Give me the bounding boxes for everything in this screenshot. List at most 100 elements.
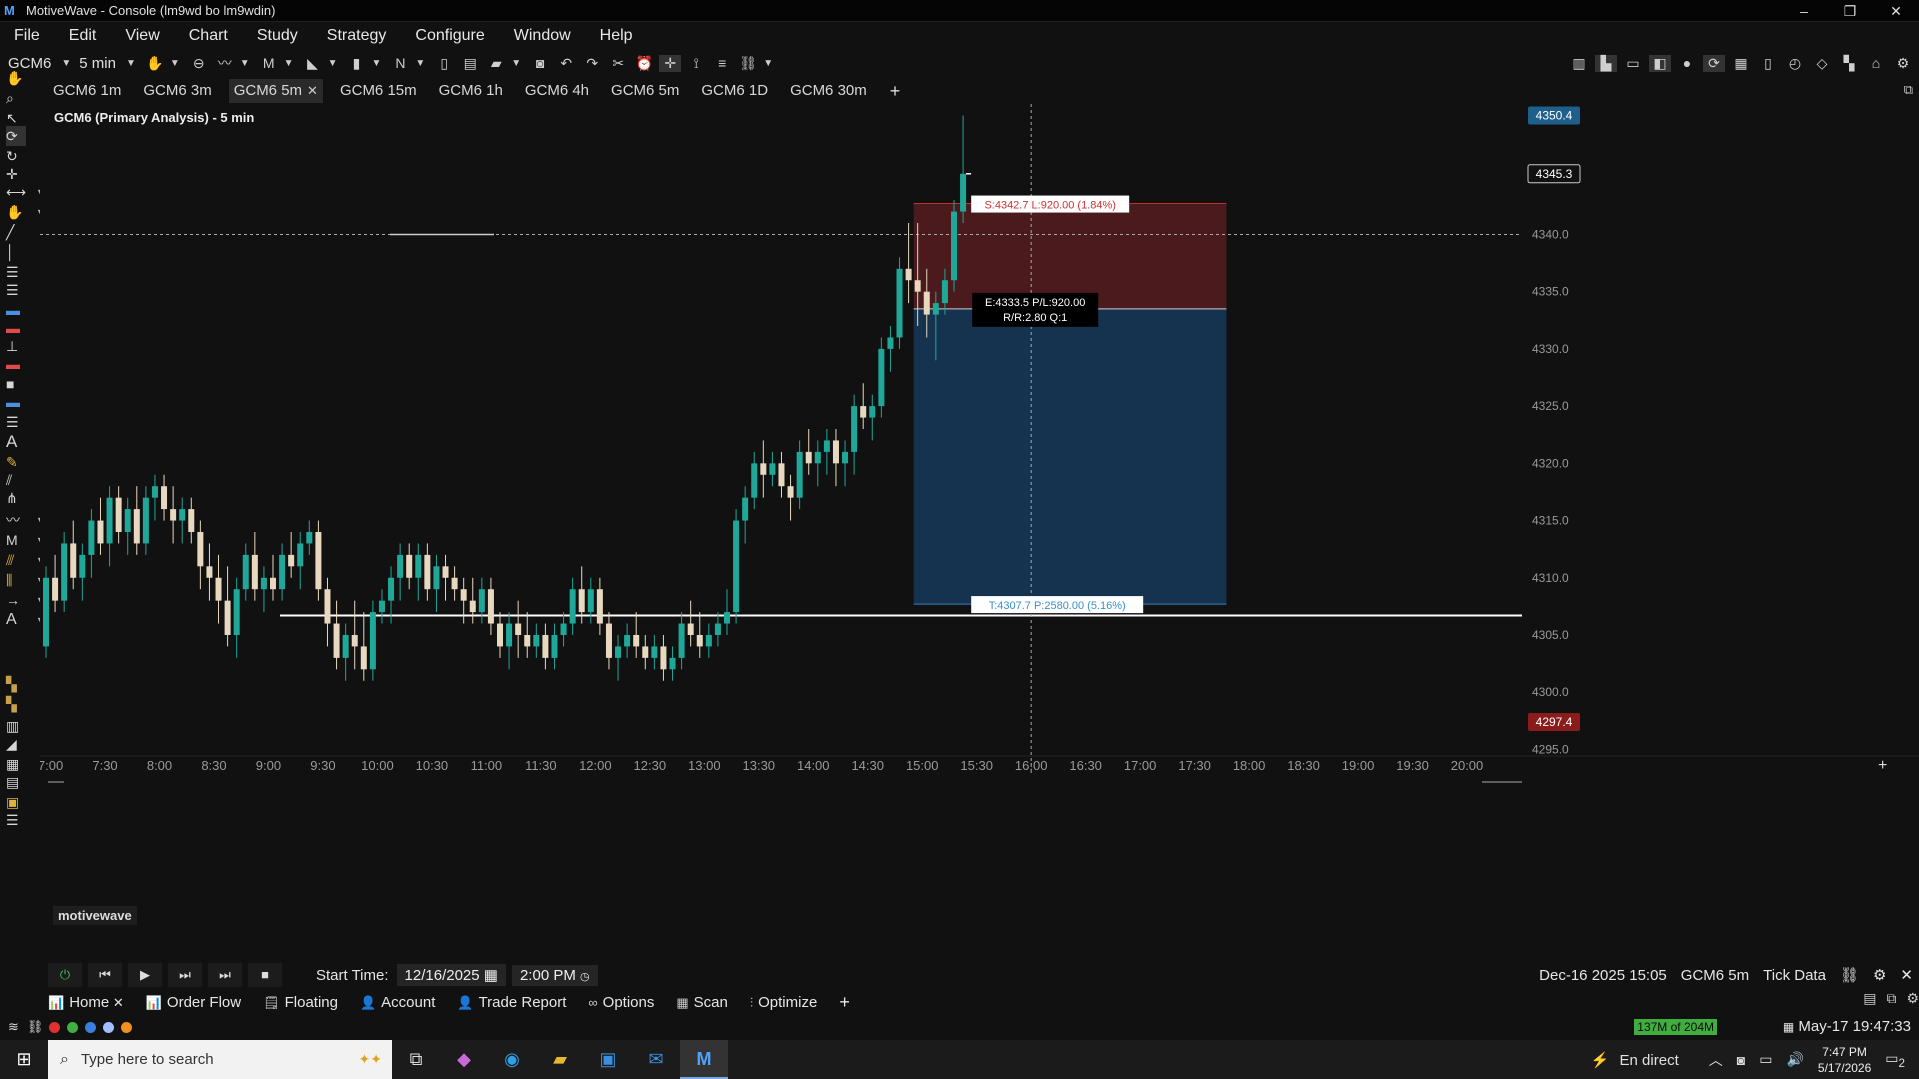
link-icon[interactable]: ⛓ [737, 55, 759, 72]
tools-icon[interactable]: ✂ [607, 55, 629, 72]
list-icon[interactable]: ≡ [711, 55, 733, 71]
ruler-tool-icon[interactable]: ✎ [6, 452, 32, 472]
candle[interactable] [378, 600, 385, 613]
close-tab-icon[interactable]: ✕ [307, 83, 318, 98]
candle[interactable] [533, 634, 540, 647]
volume-icon[interactable]: ▙ [1595, 54, 1617, 72]
candle[interactable] [787, 486, 794, 498]
candle[interactable] [796, 451, 803, 498]
channel-tool-icon[interactable]: ⫽ [6, 470, 32, 490]
candle[interactable] [170, 509, 177, 521]
dom-icon[interactable]: ▥ [1568, 55, 1590, 72]
layout-icon[interactable]: ▤ [1863, 990, 1876, 1007]
candle[interactable] [79, 554, 86, 578]
bar-study-icon[interactable]: ▥ [6, 716, 32, 736]
candle[interactable] [869, 406, 876, 418]
popout-icon[interactable]: ⧉ [1904, 82, 1913, 98]
task-view-icon[interactable]: ⧉ [392, 1049, 440, 1070]
candle[interactable] [388, 577, 395, 601]
book-icon[interactable]: ▯ [1757, 55, 1779, 72]
close-button[interactable]: ✕ [1873, 0, 1919, 22]
candle[interactable] [52, 577, 59, 601]
table-icon[interactable]: ▦ [1730, 55, 1752, 72]
layers-icon[interactable]: ◧ [1649, 54, 1671, 72]
chart-tab[interactable]: GCM6 1m [48, 79, 126, 103]
candle[interactable] [151, 486, 158, 498]
draw-hand-tool-icon[interactable]: ✋▼ [6, 202, 45, 222]
chevron-up-icon[interactable]: ︿ [1709, 1050, 1723, 1070]
candle[interactable] [215, 577, 222, 601]
candle[interactable] [596, 589, 603, 624]
list-study-icon[interactable]: ☰ [6, 810, 32, 830]
candle[interactable] [369, 612, 376, 670]
play-button[interactable]: ▶ [128, 963, 162, 987]
notes-icon[interactable]: ▤ [6, 772, 32, 792]
candle[interactable] [133, 509, 140, 544]
candle[interactable] [551, 634, 558, 658]
label-tool-icon[interactable]: A▼ [6, 610, 45, 630]
candle[interactable] [442, 566, 449, 578]
candle[interactable] [651, 646, 658, 658]
candle[interactable] [224, 600, 231, 635]
menu-window[interactable]: Window [514, 27, 571, 45]
crosshair-tool-icon[interactable]: ✛ [6, 164, 32, 184]
candle[interactable] [714, 623, 721, 635]
menu-view[interactable]: View [125, 27, 159, 45]
candle[interactable] [260, 577, 267, 590]
vertical-line-tool-icon[interactable]: │ [6, 242, 32, 262]
news-widget[interactable]: ⚡ En direct [1591, 1051, 1679, 1069]
pattern2-tool-icon[interactable]: ▚ [6, 694, 32, 714]
copilot-icon[interactable]: ◆ [440, 1049, 488, 1070]
file-explorer-icon[interactable]: ▰ [536, 1049, 584, 1070]
clock-small-icon[interactable]: ◷ [580, 971, 590, 983]
pitchfork-tool-icon[interactable]: ⋔ [6, 488, 32, 508]
range-icon[interactable]: ⟟ [685, 55, 707, 72]
palette-icon[interactable]: ● [1676, 55, 1698, 71]
short-position-tool-icon[interactable]: ▬ [6, 318, 32, 338]
chart-tab[interactable]: GCM6 5m [606, 79, 684, 103]
candle[interactable] [233, 589, 240, 635]
candle[interactable] [778, 463, 785, 487]
candle[interactable] [360, 646, 367, 670]
skip-back-button[interactable]: ⏮ [88, 963, 122, 987]
candle[interactable] [397, 554, 404, 578]
sync-tool-icon[interactable]: ⟳ [6, 126, 26, 146]
close-tab-icon[interactable]: ✕ [109, 995, 124, 1010]
chart-tab[interactable]: GCM6 5m ✕ [228, 79, 323, 103]
candle[interactable] [914, 280, 921, 292]
candle[interactable] [669, 657, 676, 670]
chart-tab[interactable]: GCM6 1D [696, 79, 773, 103]
maximize-button[interactable]: ❐ [1827, 0, 1873, 22]
chevron-down-icon[interactable]: ▼ [240, 58, 250, 69]
candle[interactable] [270, 577, 276, 590]
candle[interactable] [288, 554, 295, 567]
candle[interactable] [923, 291, 930, 315]
workspace-tab-account[interactable]: 👤 Account [360, 994, 435, 1011]
sync-icon[interactable]: ⟳ [1703, 54, 1725, 72]
wave-tool-icon[interactable]: M▼ [6, 530, 45, 550]
panel-icon[interactable]: ▭ [1622, 55, 1644, 72]
candle[interactable] [932, 303, 939, 315]
candle[interactable] [61, 543, 68, 601]
wave-icon[interactable]: M [258, 55, 280, 71]
chart-tab[interactable]: GCM6 4h [520, 79, 594, 103]
chevron-down-icon[interactable]: ▼ [511, 58, 521, 69]
chevron-down-icon[interactable]: ▼ [415, 58, 425, 69]
line-study-icon[interactable]: 〰 [214, 53, 236, 73]
candle[interactable] [342, 634, 349, 658]
candle[interactable] [451, 577, 458, 590]
menu-help[interactable]: Help [600, 27, 633, 45]
arrow-tool-icon[interactable]: →▼ [6, 590, 45, 610]
windows-start-icon[interactable]: ⊞ [0, 1049, 48, 1070]
zoom-tool-icon[interactable]: ⌕ [6, 88, 32, 108]
chevron-down-icon[interactable]: ▼ [126, 58, 136, 69]
candle[interactable] [506, 623, 513, 647]
line-tool-icon[interactable]: ╱ [6, 222, 32, 242]
candle[interactable] [733, 520, 740, 613]
refresh-tool-icon[interactable]: ↻ [6, 146, 32, 166]
price-level-tool-icon[interactable]: ⊥ [6, 336, 32, 356]
take-profit-zone[interactable] [913, 308, 1227, 605]
candle[interactable] [351, 634, 358, 647]
candle[interactable] [433, 566, 440, 590]
hand-tool-icon[interactable]: ✋ [6, 68, 32, 88]
